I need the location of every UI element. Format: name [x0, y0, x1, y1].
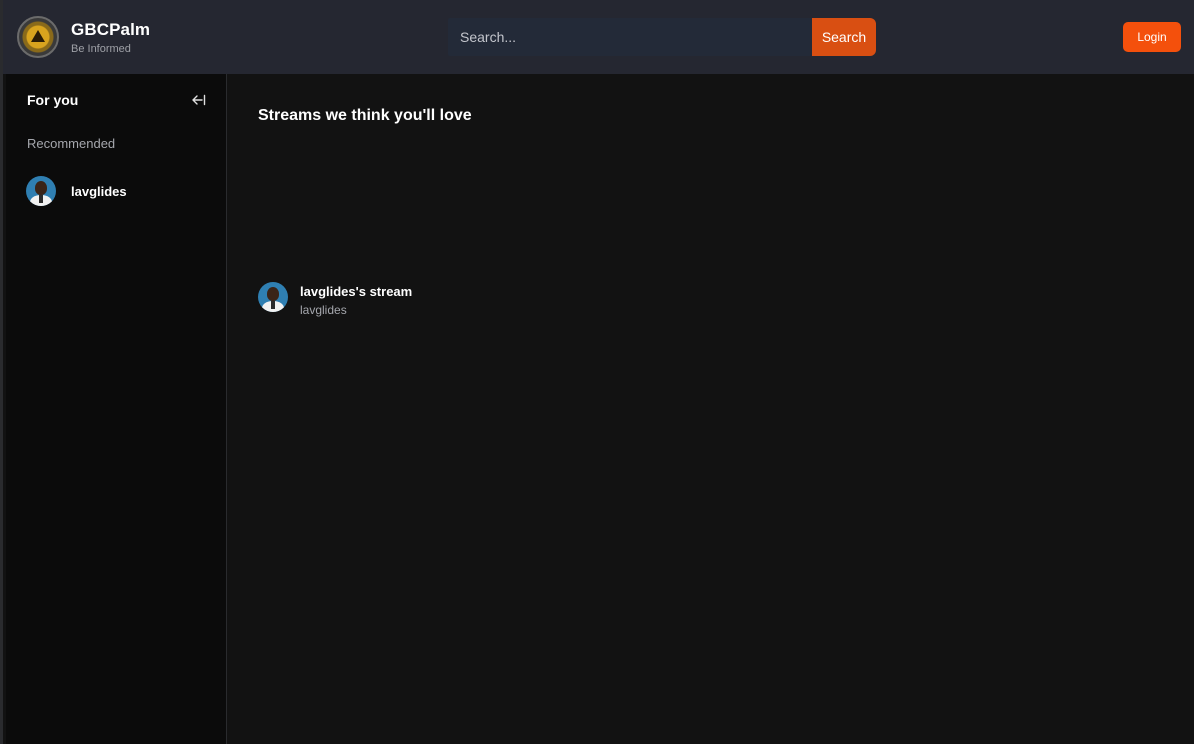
brand-home-link[interactable]: GBCPalm Be Informed [17, 14, 150, 60]
recommended-label: Recommended [27, 136, 116, 151]
collapse-left-icon[interactable] [191, 92, 207, 108]
top-navbar: GBCPalm Be Informed Search Login [3, 0, 1194, 74]
search-button[interactable]: Search [812, 18, 876, 56]
sidebar: For you Recommended lavglides [6, 74, 227, 744]
logo-emblem [31, 30, 45, 42]
sidebar-header: For you [27, 92, 207, 108]
search-input[interactable] [448, 18, 812, 56]
avatar [26, 176, 56, 206]
stream-username: lavglides [300, 303, 347, 317]
sidebar-user-name: lavglides [71, 183, 127, 199]
search-form: Search [448, 18, 876, 56]
page-title: Streams we think you'll love [258, 107, 472, 124]
avatar [258, 282, 288, 312]
main-content: Streams we think you'll love lavglides's… [228, 74, 1194, 744]
app-frame: GBCPalm Be Informed Search Login For you… [0, 0, 1194, 744]
brand-title: GBCPalm [71, 19, 151, 39]
logo-icon [17, 16, 59, 58]
stream-card-text: lavglides's stream lavglides [300, 282, 412, 317]
stream-title: lavglides's stream [300, 284, 413, 299]
login-button[interactable]: Login [1123, 22, 1181, 52]
sidebar-item-lavglides[interactable]: lavglides [26, 176, 127, 206]
sidebar-title: For you [27, 92, 79, 108]
brand-subtitle: Be Informed [71, 42, 131, 55]
brand-text: GBCPalm Be Informed [71, 20, 150, 55]
stream-card[interactable]: lavglides's stream lavglides [258, 282, 412, 317]
